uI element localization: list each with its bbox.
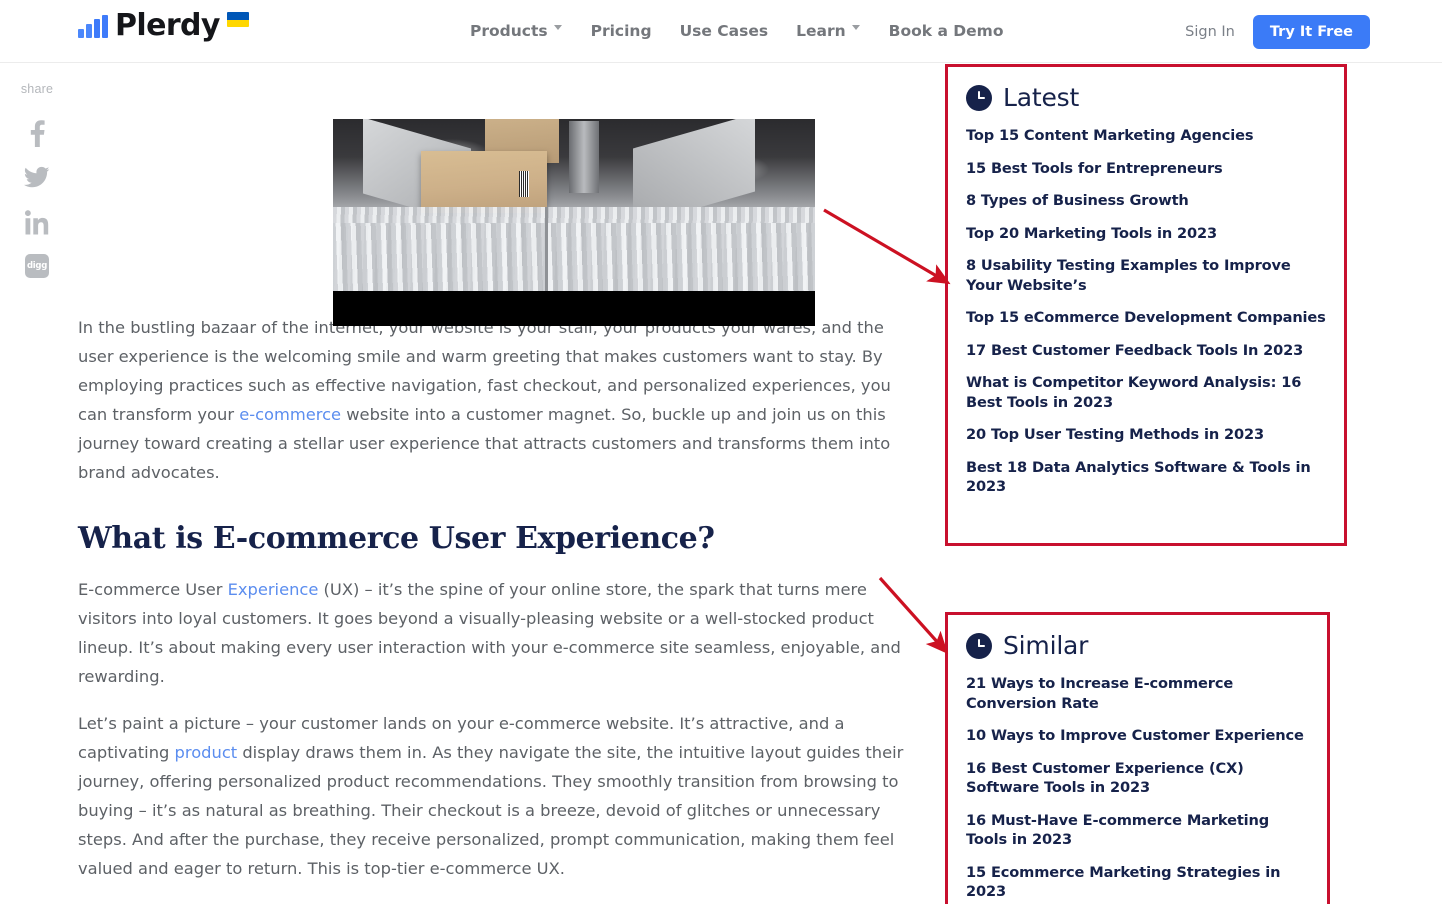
latest-link-10[interactable]: Best 18 Data Analytics Software & Tools … bbox=[966, 458, 1326, 497]
list-item: 15 Best Tools for Entrepreneurs bbox=[966, 159, 1326, 179]
conveyor-belt-rollers bbox=[333, 223, 815, 291]
list-item: Top 15 eCommerce Development Companies bbox=[966, 308, 1326, 328]
ukraine-flag-icon bbox=[226, 12, 249, 27]
latest-link-4[interactable]: Top 20 Marketing Tools in 2023 bbox=[966, 224, 1326, 244]
latest-link-2[interactable]: 15 Best Tools for Entrepreneurs bbox=[966, 159, 1326, 179]
main-navigation: Products Pricing Use Cases Learn Book a … bbox=[456, 0, 1017, 63]
nav-label: Products bbox=[470, 22, 548, 40]
sign-in-link[interactable]: Sign In bbox=[1185, 24, 1235, 40]
list-item: 16 Best Customer Experience (CX) Softwar… bbox=[966, 759, 1309, 798]
linkedin-icon[interactable] bbox=[17, 200, 57, 244]
article-body: In the bustling bazaar of the internet, … bbox=[78, 63, 908, 904]
clock-icon bbox=[966, 84, 992, 111]
paragraph-intro: In the bustling bazaar of the internet, … bbox=[78, 313, 908, 487]
list-item: Top 15 Content Marketing Agencies bbox=[966, 126, 1326, 146]
share-label: share bbox=[20, 82, 54, 96]
list-item: 15 Ecommerce Marketing Strategies in 202… bbox=[966, 863, 1309, 902]
chevron-down-icon bbox=[851, 25, 861, 34]
similar-link-2[interactable]: 10 Ways to Improve Customer Experience bbox=[966, 726, 1309, 746]
chevron-down-icon bbox=[553, 25, 563, 34]
paragraph-definition: E-commerce User Experience (UX) – it’s t… bbox=[78, 575, 908, 691]
clock-icon bbox=[966, 632, 992, 659]
latest-link-3[interactable]: 8 Types of Business Growth bbox=[966, 191, 1326, 211]
digg-icon[interactable]: digg bbox=[17, 244, 57, 288]
latest-link-6[interactable]: Top 15 eCommerce Development Companies bbox=[966, 308, 1326, 328]
header-actions: Sign In Try It Free bbox=[1185, 0, 1370, 63]
latest-post-list: Top 15 Content Marketing Agencies 15 Bes… bbox=[966, 126, 1326, 497]
list-item: 16 Must-Have E-commerce Marketing Tools … bbox=[966, 811, 1309, 850]
bar-chart-icon bbox=[78, 14, 108, 38]
list-item: 8 Types of Business Growth bbox=[966, 191, 1326, 211]
latest-link-5[interactable]: 8 Usability Testing Examples to Improve … bbox=[966, 256, 1326, 295]
paragraph-scenario: Let’s paint a picture – your customer la… bbox=[78, 709, 908, 883]
logo-text: Plerdy bbox=[115, 8, 220, 43]
latest-link-8[interactable]: What is Competitor Keyword Analysis: 16 … bbox=[966, 373, 1326, 412]
digg-badge-label: digg bbox=[25, 254, 49, 278]
section-heading-ux: What is E-commerce User Experience? bbox=[78, 521, 715, 556]
plerdy-logo[interactable]: Plerdy bbox=[78, 11, 249, 41]
latest-link-9[interactable]: 20 Top User Testing Methods in 2023 bbox=[966, 425, 1326, 445]
similar-widget-header: Similar bbox=[966, 631, 1309, 660]
nav-label: Use Cases bbox=[679, 22, 769, 40]
latest-posts-widget: Latest Top 15 Content Marketing Agencies… bbox=[945, 64, 1347, 546]
latest-widget-title: Latest bbox=[1003, 83, 1080, 112]
list-item: What is Competitor Keyword Analysis: 16 … bbox=[966, 373, 1326, 412]
conveyor-seam bbox=[545, 207, 548, 291]
share-rail: share digg bbox=[0, 82, 74, 288]
product-link[interactable]: product bbox=[175, 743, 238, 762]
conveyor-post bbox=[569, 121, 599, 193]
nav-item-products[interactable]: Products bbox=[456, 0, 577, 63]
list-item: Best 18 Data Analytics Software & Tools … bbox=[966, 458, 1326, 497]
latest-widget-header: Latest bbox=[966, 83, 1326, 112]
try-it-free-button[interactable]: Try It Free bbox=[1252, 14, 1370, 49]
list-item: 10 Ways to Improve Customer Experience bbox=[966, 726, 1309, 746]
similar-post-list: 21 Ways to Increase E-commerce Conversio… bbox=[966, 674, 1309, 904]
similar-link-1[interactable]: 21 Ways to Increase E-commerce Conversio… bbox=[966, 674, 1309, 713]
nav-label: Pricing bbox=[590, 22, 652, 40]
list-item: Top 20 Marketing Tools in 2023 bbox=[966, 224, 1326, 244]
similar-link-5[interactable]: 15 Ecommerce Marketing Strategies in 202… bbox=[966, 863, 1309, 902]
nav-item-learn[interactable]: Learn bbox=[782, 0, 875, 63]
similar-widget-title: Similar bbox=[1003, 631, 1089, 660]
list-item: 20 Top User Testing Methods in 2023 bbox=[966, 425, 1326, 445]
nav-item-book-a-demo[interactable]: Book a Demo bbox=[875, 0, 1018, 63]
nav-item-pricing[interactable]: Pricing bbox=[577, 0, 666, 63]
twitter-icon[interactable] bbox=[17, 156, 57, 200]
similar-posts-widget: Similar 21 Ways to Increase E-commerce C… bbox=[945, 612, 1330, 904]
experience-link[interactable]: Experience bbox=[228, 580, 319, 599]
facebook-icon[interactable] bbox=[17, 112, 57, 156]
video-poster-image bbox=[333, 119, 815, 291]
nav-item-use-cases[interactable]: Use Cases bbox=[666, 0, 783, 63]
site-header: Plerdy Products Pricing Use Cases Learn … bbox=[0, 0, 1442, 63]
similar-link-4[interactable]: 16 Must-Have E-commerce Marketing Tools … bbox=[966, 811, 1309, 850]
paragraph-scenario-post: display draws them in. As they navigate … bbox=[78, 743, 904, 878]
article-video[interactable] bbox=[333, 119, 815, 326]
ecommerce-link[interactable]: e-commerce bbox=[239, 405, 341, 424]
list-item: 8 Usability Testing Examples to Improve … bbox=[966, 256, 1326, 295]
similar-link-3[interactable]: 16 Best Customer Experience (CX) Softwar… bbox=[966, 759, 1309, 798]
nav-label: Learn bbox=[796, 22, 846, 40]
latest-link-7[interactable]: 17 Best Customer Feedback Tools In 2023 bbox=[966, 341, 1326, 361]
nav-label: Book a Demo bbox=[888, 22, 1004, 40]
paragraph-definition-pre: E-commerce User bbox=[78, 580, 228, 599]
list-item: 17 Best Customer Feedback Tools In 2023 bbox=[966, 341, 1326, 361]
list-item: 21 Ways to Increase E-commerce Conversio… bbox=[966, 674, 1309, 713]
cardboard-box-front bbox=[421, 151, 547, 213]
video-letterbox bbox=[333, 291, 815, 326]
latest-link-1[interactable]: Top 15 Content Marketing Agencies bbox=[966, 126, 1326, 146]
